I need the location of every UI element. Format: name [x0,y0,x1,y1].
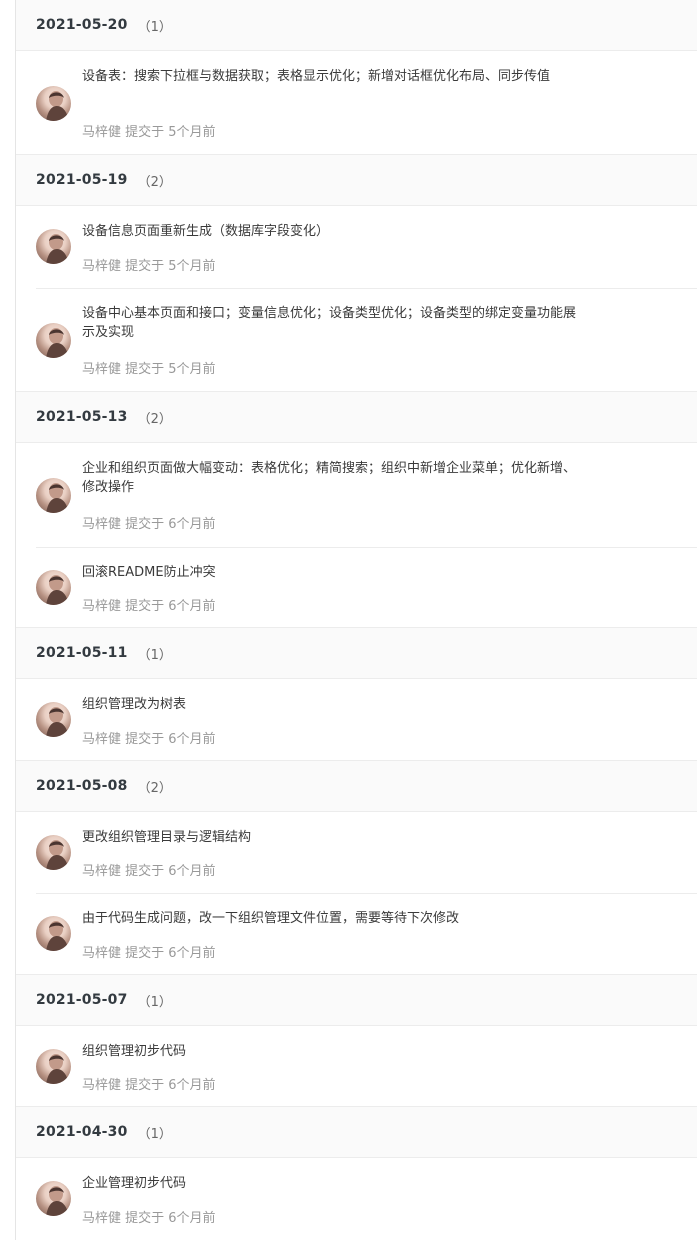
commit-group-count: （2） [137,780,172,796]
avatar[interactable] [36,1181,71,1216]
avatar-photo-icon [46,921,69,951]
commit-item[interactable]: 组织管理初步代码 马梓健 提交于 6个月前 [16,1026,697,1107]
avatar-photo-icon [46,1186,69,1216]
commit-list: 设备表：搜索下拉框与数据获取；表格显示优化；新增对话框优化布局、同步传值 马梓健… [16,51,697,155]
commit-group-count: （2） [137,411,172,427]
avatar[interactable] [36,229,71,264]
commit-message[interactable]: 更改组织管理目录与逻辑结构 [82,828,582,847]
commit-meta: 马梓健 提交于 6个月前 [82,517,216,532]
commit-message[interactable]: 企业管理初步代码 [82,1174,582,1193]
avatar[interactable] [36,835,71,870]
commit-list: 企业和组织页面做大幅变动：表格优化；精简搜索；组织中新增企业菜单；优化新增、修改… [16,443,697,628]
commit-meta: 马梓健 提交于 5个月前 [82,259,216,274]
commit-message[interactable]: 回滚README防止冲突 [82,563,582,582]
commit-group-date: 2021-05-08 [36,778,128,794]
commit-group-date: 2021-05-07 [36,992,128,1008]
commit-group-count: （1） [137,1126,172,1142]
commit-list: 企业管理初步代码 马梓健 提交于 6个月前 [16,1158,697,1240]
commit-meta: 马梓健 提交于 6个月前 [82,864,216,879]
commit-group-count: （1） [137,647,172,663]
commit-group-header: 2021-05-19 （2） [16,155,697,206]
commit-list: 组织管理改为树表 马梓健 提交于 6个月前 [16,679,697,761]
commit-meta: 马梓健 提交于 6个月前 [82,1078,216,1093]
commit-meta: 马梓健 提交于 6个月前 [82,732,216,747]
commit-group-count: （1） [137,19,172,35]
commit-group-date: 2021-05-20 [36,17,128,33]
commit-history-panel: 2021-05-20 （1） 设备表：搜索下拉框与数据获取；表格显示优化；新增对… [15,0,697,1240]
commit-message[interactable]: 由于代码生成问题，改一下组织管理文件位置，需要等待下次修改 [82,909,582,928]
commit-group-date: 2021-05-19 [36,172,128,188]
commit-group-date: 2021-04-30 [36,1124,128,1140]
commit-message[interactable]: 设备中心基本页面和接口；变量信息优化；设备类型优化；设备类型的绑定变量功能展示及… [82,304,582,342]
avatar-photo-icon [46,707,69,737]
commit-meta: 马梓健 提交于 5个月前 [82,362,216,377]
commit-group-header: 2021-05-07 （1） [16,975,697,1026]
commit-item[interactable]: 企业管理初步代码 马梓健 提交于 6个月前 [16,1158,697,1240]
commit-meta: 马梓健 提交于 6个月前 [82,1211,216,1226]
commit-item[interactable]: 组织管理改为树表 马梓健 提交于 6个月前 [16,679,697,761]
commit-message[interactable]: 组织管理改为树表 [82,695,582,714]
commit-message[interactable]: 企业和组织页面做大幅变动：表格优化；精简搜索；组织中新增企业菜单；优化新增、修改… [82,459,582,497]
avatar-photo-icon [46,1054,69,1084]
commit-meta: 马梓健 提交于 6个月前 [82,599,216,614]
commit-item[interactable]: 设备信息页面重新生成（数据库字段变化） 马梓健 提交于 5个月前 [16,206,697,289]
avatar-photo-icon [46,91,69,121]
commit-item[interactable]: 企业和组织页面做大幅变动：表格优化；精简搜索；组织中新增企业菜单；优化新增、修改… [16,443,697,548]
commit-item[interactable]: 设备表：搜索下拉框与数据获取；表格显示优化；新增对话框优化布局、同步传值 马梓健… [16,51,697,155]
commit-meta: 马梓健 提交于 6个月前 [82,946,216,961]
avatar[interactable] [36,916,71,951]
commit-list: 组织管理初步代码 马梓健 提交于 6个月前 [16,1026,697,1107]
commit-group-date: 2021-05-11 [36,645,128,661]
avatar[interactable] [36,1049,71,1084]
avatar-photo-icon [46,328,69,358]
avatar[interactable] [36,323,71,358]
commit-meta: 马梓健 提交于 5个月前 [82,125,216,140]
commit-item[interactable]: 设备中心基本页面和接口；变量信息优化；设备类型优化；设备类型的绑定变量功能展示及… [16,288,697,392]
commit-list: 更改组织管理目录与逻辑结构 马梓健 提交于 6个月前 由于代码生成问题，改一下组… [16,812,697,975]
commit-group-header: 2021-05-11 （1） [16,628,697,679]
commit-group-count: （1） [137,994,172,1010]
commit-message[interactable]: 设备信息页面重新生成（数据库字段变化） [82,222,582,241]
commit-message[interactable]: 组织管理初步代码 [82,1042,582,1061]
commit-group-header: 2021-04-30 （1） [16,1107,697,1158]
commit-message[interactable]: 设备表：搜索下拉框与数据获取；表格显示优化；新增对话框优化布局、同步传值 [82,67,582,86]
avatar-photo-icon [46,234,69,264]
commit-group-header: 2021-05-13 （2） [16,392,697,443]
commit-item[interactable]: 由于代码生成问题，改一下组织管理文件位置，需要等待下次修改 马梓健 提交于 6个… [16,893,697,975]
commit-list: 设备信息页面重新生成（数据库字段变化） 马梓健 提交于 5个月前 设备中心基本页… [16,206,697,392]
avatar[interactable] [36,86,71,121]
commit-item[interactable]: 回滚README防止冲突 马梓健 提交于 6个月前 [16,547,697,628]
avatar-photo-icon [46,840,69,870]
commit-group-header: 2021-05-20 （1） [16,0,697,51]
avatar[interactable] [36,478,71,513]
avatar[interactable] [36,570,71,605]
avatar-photo-icon [46,575,69,605]
commit-item[interactable]: 更改组织管理目录与逻辑结构 马梓健 提交于 6个月前 [16,812,697,894]
commit-group-header: 2021-05-08 （2） [16,761,697,812]
commit-group-date: 2021-05-13 [36,409,128,425]
avatar-photo-icon [46,483,69,513]
avatar[interactable] [36,702,71,737]
commit-group-count: （2） [137,174,172,190]
